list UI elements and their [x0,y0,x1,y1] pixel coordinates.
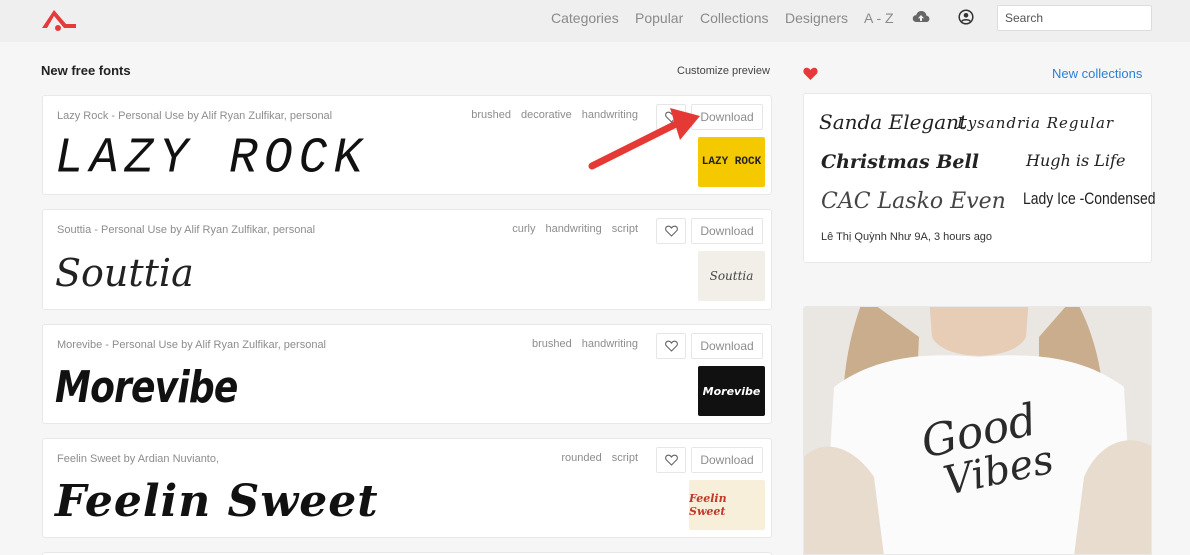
font-card-souttia[interactable]: Souttia - Personal Use by Alif Ryan Zulf… [42,209,772,310]
new-collections-link[interactable]: New collections [1052,66,1142,81]
nav-categories[interactable]: Categories [551,9,619,27]
thumbnail-text: Morevibe [702,384,761,398]
user-icon[interactable] [958,9,974,25]
nav-a-z[interactable]: A - Z [864,9,894,27]
tshirt-image: Good Vibes [804,307,1151,554]
search-input[interactable] [997,5,1152,31]
like-button[interactable] [656,104,686,130]
like-button[interactable] [656,333,686,359]
collection-font-sample: Lady Ice -Condensed [1023,189,1156,208]
font-preview[interactable]: Feelin Sweet [55,473,379,531]
top-navigation-bar: Categories Popular Collections Designers… [0,0,1190,42]
tag[interactable]: rounded [561,452,601,464]
heart-outline-icon [664,340,678,352]
heart-filled-icon[interactable] [803,67,818,80]
collection-font-sample: Christmas Bell [821,151,979,173]
tag[interactable]: script [612,223,638,235]
like-button[interactable] [656,218,686,244]
font-thumbnail[interactable]: Morevibe [698,366,765,416]
font-card-feelin-sweet[interactable]: Feelin Sweet by Ardian Nuvianto, rounded… [42,438,772,538]
font-meta[interactable]: Feelin Sweet by Ardian Nuvianto, [57,453,219,465]
collection-font-sample: Sanda Elegant [819,110,968,134]
tag[interactable]: handwriting [582,338,638,350]
collection-card[interactable]: Sanda Elegant Lysandria Regular Christma… [803,93,1156,263]
heart-outline-icon [664,454,678,466]
download-button[interactable]: Download [691,218,763,244]
font-thumbnail[interactable]: LAZY ROCK [698,137,765,187]
download-button[interactable]: Download [691,104,763,130]
heart-outline-icon [664,225,678,237]
font-tags: rounded script [561,452,638,464]
font-tags: curly handwriting script [512,223,638,235]
tag[interactable]: curly [512,223,535,235]
font-meta[interactable]: Souttia - Personal Use by Alif Ryan Zulf… [57,224,315,236]
nav-collections[interactable]: Collections [700,9,768,27]
font-preview[interactable]: Morevibe [55,359,238,417]
tshirt-promo-image[interactable]: Good Vibes [803,306,1152,555]
collection-author[interactable]: Lê Thị Quỳnh Như 9A, 3 hours ago [821,231,992,243]
font-preview[interactable]: LAZY ROCK [55,129,368,190]
heart-outline-icon [664,111,678,123]
customize-preview-link[interactable]: Customize preview [677,65,770,77]
thumbnail-text: Feelin Sweet [689,492,727,518]
section-title: New free fonts [41,63,131,78]
font-tags: brushed handwriting [532,338,638,350]
tag[interactable]: script [612,452,638,464]
cloud-upload-icon[interactable] [912,9,930,25]
collection-font-sample: CAC Lasko Even [821,189,1006,214]
font-meta[interactable]: Morevibe - Personal Use by Alif Ryan Zul… [57,339,326,351]
logo-icon[interactable] [40,8,78,32]
font-thumbnail[interactable]: Souttia [698,251,765,301]
font-card-lazy-rock[interactable]: Lazy Rock - Personal Use by Alif Ryan Zu… [42,95,772,195]
font-tags: brushed decorative handwriting [471,109,638,121]
nav-popular[interactable]: Popular [635,9,683,27]
download-button[interactable]: Download [691,333,763,359]
thumbnail-text: Souttia [709,269,754,283]
font-thumbnail[interactable]: Feelin Sweet [689,480,765,530]
font-card-morevibe[interactable]: Morevibe - Personal Use by Alif Ryan Zul… [42,324,772,424]
nav-designers[interactable]: Designers [785,9,848,27]
download-button[interactable]: Download [691,447,763,473]
collection-font-sample: Hugh is Life [1026,151,1126,170]
font-meta[interactable]: Lazy Rock - Personal Use by Alif Ryan Zu… [57,110,332,122]
tag[interactable]: brushed [471,109,511,121]
font-preview[interactable]: Souttia [55,244,194,302]
tag[interactable]: handwriting [545,223,601,235]
like-button[interactable] [656,447,686,473]
tag[interactable]: brushed [532,338,572,350]
tag[interactable]: handwriting [582,109,638,121]
collection-font-sample: Lysandria Regular [957,114,1115,132]
tag[interactable]: decorative [521,109,572,121]
thumbnail-text: LAZY ROCK [701,156,762,168]
